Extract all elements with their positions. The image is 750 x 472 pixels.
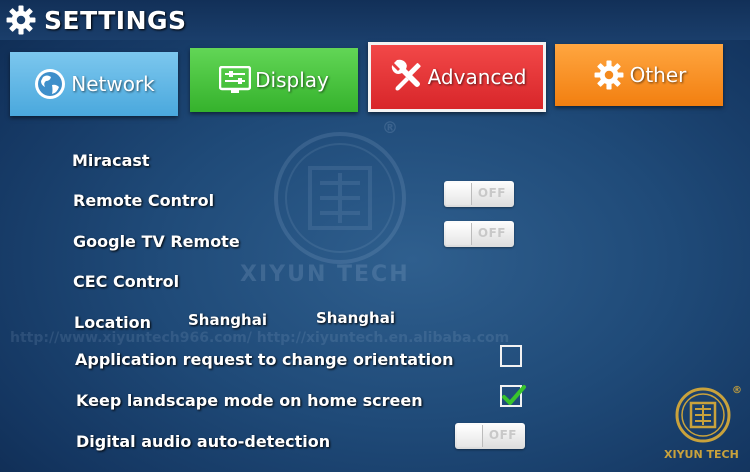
brand-registered: ® [732, 385, 742, 396]
wrench-screwdriver-icon [391, 59, 421, 91]
tab-advanced[interactable]: Advanced [368, 42, 546, 112]
remote-control-toggle[interactable]: OFF [444, 181, 514, 207]
toggle-knob [446, 183, 472, 205]
toggle-knob [457, 425, 483, 447]
toggle-state-text: OFF [477, 226, 506, 240]
setting-miracast-label: Miracast [72, 151, 150, 170]
tab-network-label: Network [71, 72, 155, 96]
toggle-knob [446, 223, 472, 245]
setting-cec-control-label: CEC Control [73, 272, 180, 291]
setting-keep-landscape-label: Keep landscape mode on home screen [76, 391, 423, 410]
checkmark-icon [502, 385, 526, 405]
keep-landscape-checkbox[interactable] [500, 385, 526, 407]
gear-icon [594, 60, 624, 90]
location-value-primary[interactable]: Shanghai [188, 311, 267, 329]
display-sliders-icon [219, 66, 252, 93]
setting-location-label: Location [74, 313, 151, 332]
orientation-request-checkbox[interactable] [500, 345, 522, 367]
tab-network[interactable]: Network [10, 52, 178, 116]
brand-seal-logo [675, 387, 731, 443]
watermark-seal-logo [274, 132, 406, 264]
setting-digital-audio-label: Digital audio auto-detection [76, 432, 331, 451]
tab-other[interactable]: Other [555, 44, 723, 106]
google-tv-remote-toggle[interactable]: OFF [444, 221, 514, 247]
tab-display[interactable]: Display [190, 48, 358, 112]
setting-remote-control-label: Remote Control [73, 191, 215, 210]
location-value-secondary[interactable]: Shanghai [316, 309, 395, 327]
toggle-state-text: OFF [488, 428, 517, 442]
digital-audio-toggle[interactable]: OFF [455, 423, 525, 449]
brand-name-text: XIYUN TECH [664, 448, 739, 461]
watermark-url-text: http://www.xiyuntech966.com/ http://xiyu… [10, 330, 510, 346]
globe-icon [35, 69, 66, 99]
tab-display-label: Display [255, 68, 329, 92]
watermark-center-text: XIYUN TECH [240, 262, 410, 287]
setting-orientation-request-label: Application request to change orientatio… [75, 350, 454, 369]
tab-other-label: Other [629, 63, 687, 87]
watermark-registered: ® [382, 118, 398, 137]
setting-google-tv-remote-label: Google TV Remote [73, 232, 240, 251]
toggle-state-text: OFF [477, 186, 506, 200]
category-tabs: Network Display Advanced Other [0, 0, 750, 120]
tab-advanced-label: Advanced [427, 65, 527, 89]
